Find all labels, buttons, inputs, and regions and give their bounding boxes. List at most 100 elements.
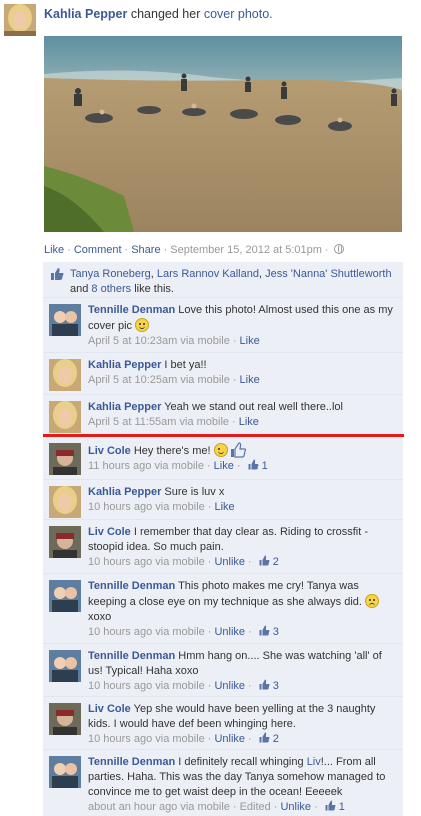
separator: · bbox=[207, 626, 212, 638]
liker-link[interactable]: Tanya Roneberg bbox=[70, 268, 151, 280]
separator: · bbox=[207, 556, 212, 568]
cover-photo[interactable] bbox=[44, 36, 402, 232]
liker-link[interactable]: Lars Rannov Kalland bbox=[157, 268, 259, 280]
comment-like-link[interactable]: Like bbox=[239, 416, 259, 428]
separator: · bbox=[67, 244, 71, 256]
comment-unlike-link[interactable]: Unlike bbox=[214, 680, 245, 692]
comment-time[interactable]: 10 hours ago via mobile bbox=[88, 626, 205, 638]
comment-text-extra: xoxo bbox=[88, 611, 112, 623]
comment-unlike-link[interactable]: Unlike bbox=[214, 556, 245, 568]
comment-like-link[interactable]: Like bbox=[214, 501, 234, 513]
separator: · bbox=[248, 733, 252, 745]
comment-like-link[interactable]: Like bbox=[214, 460, 234, 472]
comment-time[interactable]: 11 hours ago via mobile bbox=[88, 460, 204, 472]
comment-link[interactable]: Comment bbox=[74, 244, 122, 256]
comment-like-count[interactable]: 1 bbox=[262, 460, 268, 472]
comment-text: Sure is luv x bbox=[164, 486, 225, 498]
comment-like-count[interactable]: 2 bbox=[273, 556, 279, 568]
like-link[interactable]: Like bbox=[44, 244, 64, 256]
comment-time[interactable]: 10 hours ago via mobile bbox=[88, 501, 205, 513]
separator: · bbox=[163, 244, 168, 256]
comment-author[interactable]: Tennille Denman bbox=[88, 650, 175, 662]
cover-photo-link[interactable]: cover photo. bbox=[204, 7, 273, 21]
comment-text: I definitely recall whinging bbox=[178, 756, 304, 768]
separator: · bbox=[324, 244, 329, 256]
comment-like-link[interactable]: Like bbox=[240, 335, 260, 347]
comment-author[interactable]: Kahlia Pepper bbox=[88, 486, 161, 498]
thumbs-up-icon bbox=[259, 732, 270, 743]
comment-body: Liv Cole Yep she would have been yelling… bbox=[88, 702, 398, 747]
comment-like-link[interactable]: Like bbox=[240, 374, 260, 386]
commenter-avatar[interactable] bbox=[49, 401, 81, 433]
separator: · bbox=[248, 680, 252, 692]
comment-time[interactable]: April 5 at 10:25am via mobile bbox=[88, 374, 230, 386]
commenter-avatar[interactable] bbox=[49, 650, 81, 682]
commenter-avatar[interactable] bbox=[49, 703, 81, 735]
comment-text: I bet ya!! bbox=[164, 359, 207, 371]
separator: · bbox=[232, 801, 237, 813]
comment-time[interactable]: about an hour ago via mobile bbox=[88, 801, 230, 813]
author-avatar[interactable] bbox=[4, 4, 36, 36]
likes-text: Tanya Roneberg, Lars Rannov Kalland, Jes… bbox=[70, 267, 400, 297]
likes-suffix: like this. bbox=[134, 283, 174, 295]
comment-time[interactable]: 10 hours ago via mobile bbox=[88, 556, 205, 568]
comment-unlike-link[interactable]: Unlike bbox=[280, 801, 311, 813]
commenter-avatar[interactable] bbox=[49, 580, 81, 612]
thumbs-up-icon bbox=[259, 625, 270, 636]
comment-time[interactable]: April 5 at 11:55am via mobile bbox=[88, 416, 229, 428]
comment-body: Kahlia Pepper Sure is luv x 10 hours ago… bbox=[88, 485, 398, 515]
commenter-avatar[interactable] bbox=[49, 443, 81, 475]
story-header: Kahlia Pepper changed her cover photo. bbox=[4, 4, 416, 36]
share-link[interactable]: Share bbox=[131, 244, 160, 256]
story-author-link[interactable]: Kahlia Pepper bbox=[44, 7, 127, 21]
likes-and: and bbox=[70, 283, 89, 295]
others-link[interactable]: 8 others bbox=[91, 283, 131, 295]
comments-box: Tanya Roneberg, Lars Rannov Kalland, Jes… bbox=[43, 262, 403, 816]
comment-time[interactable]: April 5 at 10:23am via mobile bbox=[88, 335, 230, 347]
comment-author[interactable]: Kahlia Pepper bbox=[88, 359, 161, 371]
commenter-avatar[interactable] bbox=[49, 486, 81, 518]
separator: · bbox=[206, 460, 211, 472]
mention-link[interactable]: Liv bbox=[307, 756, 321, 768]
separator: · bbox=[232, 374, 237, 386]
comment-unlike-link[interactable]: Unlike bbox=[214, 626, 245, 638]
comment-body: Tennille Denman I definitely recall whin… bbox=[88, 755, 398, 815]
smile-emoticon-icon bbox=[135, 318, 150, 332]
comment-like-count[interactable]: 3 bbox=[273, 680, 279, 692]
comment-time[interactable]: 10 hours ago via mobile bbox=[88, 733, 205, 745]
comment-author[interactable]: Liv Cole bbox=[88, 445, 131, 457]
story-headline: Kahlia Pepper changed her cover photo. bbox=[44, 7, 273, 21]
edited-label[interactable]: Edited bbox=[240, 801, 271, 813]
story-verb: changed her bbox=[130, 7, 201, 21]
comment-like-count[interactable]: 3 bbox=[273, 626, 279, 638]
separator: · bbox=[273, 801, 278, 813]
likes-summary: Tanya Roneberg, Lars Rannov Kalland, Jes… bbox=[43, 262, 403, 298]
highlight-divider bbox=[43, 434, 404, 437]
comment-unlike-link[interactable]: Unlike bbox=[214, 733, 245, 745]
separator: · bbox=[248, 626, 252, 638]
separator: · bbox=[232, 335, 237, 347]
commenter-avatar[interactable] bbox=[49, 304, 81, 336]
thumbs-up-icon bbox=[325, 800, 336, 811]
comment-body: Tennille Denman Love this photo! Almost … bbox=[88, 303, 398, 349]
liker-link[interactable]: Jess 'Nanna' Shuttleworth bbox=[265, 268, 392, 280]
frown-emoticon-icon bbox=[365, 594, 380, 608]
globe-icon[interactable] bbox=[333, 244, 344, 254]
comment-author[interactable]: Kahlia Pepper bbox=[88, 401, 161, 413]
commenter-avatar[interactable] bbox=[49, 756, 81, 788]
thumbs-up-icon bbox=[259, 679, 270, 690]
story-timestamp[interactable]: September 15, 2012 at 5:01pm bbox=[170, 244, 322, 256]
comment-author[interactable]: Liv Cole bbox=[88, 703, 131, 715]
comment-author[interactable]: Tennille Denman bbox=[88, 304, 175, 316]
comment-item: Tennille Denman I definitely recall whin… bbox=[43, 750, 403, 816]
commenter-avatar[interactable] bbox=[49, 359, 81, 391]
comment-author[interactable]: Tennille Denman bbox=[88, 756, 175, 768]
comment-author[interactable]: Tennille Denman bbox=[88, 580, 175, 592]
comment-author[interactable]: Liv Cole bbox=[88, 526, 131, 538]
comment-time[interactable]: 10 hours ago via mobile bbox=[88, 680, 205, 692]
comment-item: Liv Cole Yep she would have been yelling… bbox=[43, 697, 403, 750]
comment-like-count[interactable]: 2 bbox=[273, 733, 279, 745]
commenter-avatar[interactable] bbox=[49, 526, 81, 558]
thumbs-up-icon bbox=[51, 268, 64, 280]
comment-like-count[interactable]: 1 bbox=[339, 801, 345, 813]
